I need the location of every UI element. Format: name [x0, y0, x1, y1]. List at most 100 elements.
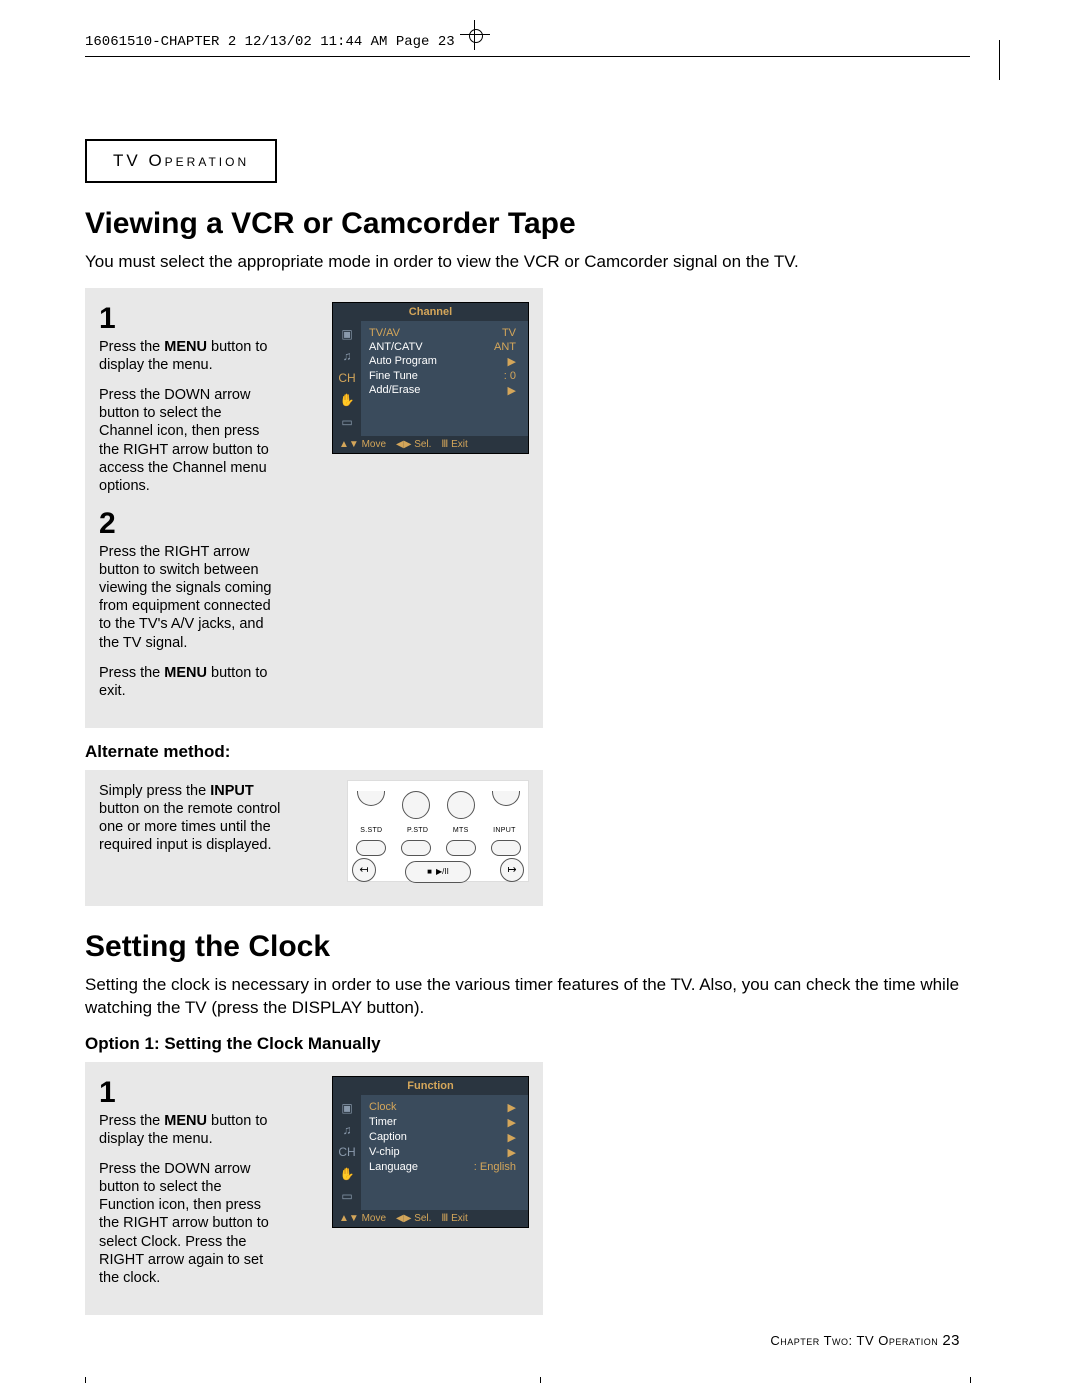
channel-icon: CH: [338, 371, 356, 386]
text: Simply press the: [99, 783, 210, 799]
step-number-2: 2: [99, 507, 529, 541]
clock-step-b: Press the DOWN arrow button to select th…: [99, 1160, 279, 1287]
page-number: 23: [942, 1332, 960, 1349]
step-1-text-a: Press the MENU button to display the men…: [99, 338, 279, 374]
osd-row: Auto Program ▶: [369, 354, 520, 369]
osd-label: Clock: [369, 1101, 397, 1114]
osd-val: ▶: [508, 1101, 520, 1114]
remote-button: [356, 840, 386, 856]
alternate-box: Simply press the INPUT button on the rem…: [85, 770, 543, 906]
osd-row: ANT/CATV ANT: [369, 340, 520, 354]
clock-step-a: Press the MENU button to display the men…: [99, 1112, 279, 1148]
intro-text-1: You must select the appropriate mode in …: [85, 251, 970, 274]
osd-label: ANT/CATV: [369, 341, 423, 353]
bottom-crop-marks: [0, 1377, 1080, 1383]
osd-sel: ◀▶ Sel.: [396, 1213, 431, 1224]
osd-val: : English: [474, 1161, 520, 1173]
osd-val: ▶: [508, 1116, 520, 1129]
menu-label: MENU: [164, 339, 207, 355]
channel-icon: CH: [338, 1145, 356, 1160]
sound-icon: ♫: [338, 349, 356, 364]
step-2-text-a: Press the RIGHT arrow button to switch b…: [99, 543, 279, 652]
menu-label: MENU: [164, 665, 207, 681]
osd-row: Language: English: [369, 1160, 520, 1174]
osd-row: Timer ▶: [369, 1115, 520, 1130]
osd-val: ▶: [508, 355, 520, 368]
remote-button: [402, 791, 430, 819]
section-tab: TV Operation: [85, 139, 277, 183]
remote-button: [446, 840, 476, 856]
remote-labels: S.STD P.STD MTS INPUT: [348, 827, 528, 834]
text: Press the: [99, 339, 164, 355]
heading-clock: Setting the Clock: [85, 930, 970, 964]
osd-title: Function: [333, 1077, 528, 1095]
osd-exit: Ⅲ Exit: [441, 1213, 467, 1224]
osd-channel-menu: Channel ▣ ♫ CH ✋ ▭ TV/AVTV ANT/CATVANT A…: [332, 302, 529, 454]
osd-label: V-chip: [369, 1146, 400, 1159]
instruction-box-2: 1 Press the MENU button to display the m…: [85, 1062, 543, 1315]
osd-val: ANT: [494, 341, 520, 353]
osd-row: Fine Tune: 0: [369, 369, 520, 383]
osd-sel: ◀▶ Sel.: [396, 439, 431, 450]
picture-icon: ▣: [338, 327, 356, 342]
forward-icon: ↦: [500, 858, 524, 882]
osd-move: ▲▼ Move: [339, 439, 386, 450]
osd-icon-bar: ▣ ♫ CH ✋ ▭: [333, 321, 361, 436]
osd-val: ▶: [508, 1131, 520, 1144]
remote-button: [492, 791, 520, 806]
edge-mark: [999, 40, 1000, 80]
osd-rows: TV/AV TV ANT/CATV ANT Auto Program ▶ Fine T…: [361, 321, 528, 436]
osd-footer: ▲▼ Move ◀▶ Sel. Ⅲ Exit: [333, 1210, 528, 1227]
remote-label: P.STD: [407, 827, 428, 834]
osd-row: V-chip ▶: [369, 1145, 520, 1160]
remote-row-top: [348, 789, 528, 821]
function-icon: ✋: [338, 1167, 356, 1182]
alt-text: Simply press the INPUT button on the rem…: [99, 782, 289, 855]
heading-vcr: Viewing a VCR or Camcorder Tape: [85, 207, 970, 241]
footer-text: Chapter Two: TV Operation: [770, 1333, 942, 1348]
osd-row: Clock ▶: [369, 1100, 520, 1115]
osd-label: Fine Tune: [369, 370, 418, 382]
osd-icon-bar: ▣ ♫ CH ✋ ▭: [333, 1095, 361, 1210]
intro-text-2: Setting the clock is necessary in order …: [85, 974, 970, 1020]
picture-icon: ▣: [338, 1101, 356, 1116]
osd-row: Caption ▶: [369, 1130, 520, 1145]
osd-function-menu: Function ▣ ♫ CH ✋ ▭ Clock ▶ Timer ▶ Captio…: [332, 1076, 529, 1228]
input-label: INPUT: [210, 783, 254, 799]
pip-icon: ▭: [338, 1189, 356, 1204]
osd-val: ▶: [508, 384, 520, 397]
page-footer: Chapter Two: TV Operation 23: [770, 1332, 960, 1349]
text: Press the: [99, 665, 164, 681]
remote-button: [357, 791, 385, 806]
text: button on the remote control one or more…: [99, 801, 280, 853]
page: 16061510-CHAPTER 2 12/13/02 11:44 AM Pag…: [0, 0, 1080, 1397]
registration-mark-icon: [460, 20, 490, 50]
osd-exit: Ⅲ Exit: [441, 439, 467, 450]
pip-icon: ▭: [338, 415, 356, 430]
instruction-box-1: 1 Press the MENU button to display the m…: [85, 288, 543, 728]
osd-val: ▶: [508, 1146, 520, 1159]
remote-button: [491, 840, 521, 856]
remote-play-stop: ■▶/II: [405, 861, 471, 883]
remote-label: MTS: [453, 827, 469, 834]
remote-button: [447, 791, 475, 819]
step-1-text-b: Press the DOWN arrow button to select th…: [99, 386, 279, 495]
osd-footer: ▲▼ Move ◀▶ Sel. Ⅲ Exit: [333, 436, 528, 453]
remote-label: INPUT: [493, 827, 516, 834]
remote-row-ovals: [348, 840, 528, 856]
osd-val: TV: [502, 327, 520, 339]
print-header: 16061510-CHAPTER 2 12/13/02 11:44 AM Pag…: [85, 30, 970, 57]
osd-label: Auto Program: [369, 355, 437, 368]
osd-row: TV/AV TV: [369, 326, 520, 340]
osd-label: Timer: [369, 1116, 397, 1129]
step-2-text-b: Press the MENU button to exit.: [99, 664, 279, 700]
menu-label: MENU: [164, 1113, 207, 1129]
osd-rows: Clock ▶ Timer ▶ Caption ▶ V-chip ▶ Language:…: [361, 1095, 528, 1210]
remote-button: [401, 840, 431, 856]
function-icon: ✋: [338, 393, 356, 408]
remote-control-image: S.STD P.STD MTS INPUT ↤ ■▶/II ↦: [347, 780, 529, 882]
osd-body: ▣ ♫ CH ✋ ▭ Clock ▶ Timer ▶ Caption ▶ V-chip…: [333, 1095, 528, 1210]
osd-label: TV/AV: [369, 327, 400, 339]
osd-label: Caption: [369, 1131, 407, 1144]
text: Press the: [99, 1113, 164, 1129]
